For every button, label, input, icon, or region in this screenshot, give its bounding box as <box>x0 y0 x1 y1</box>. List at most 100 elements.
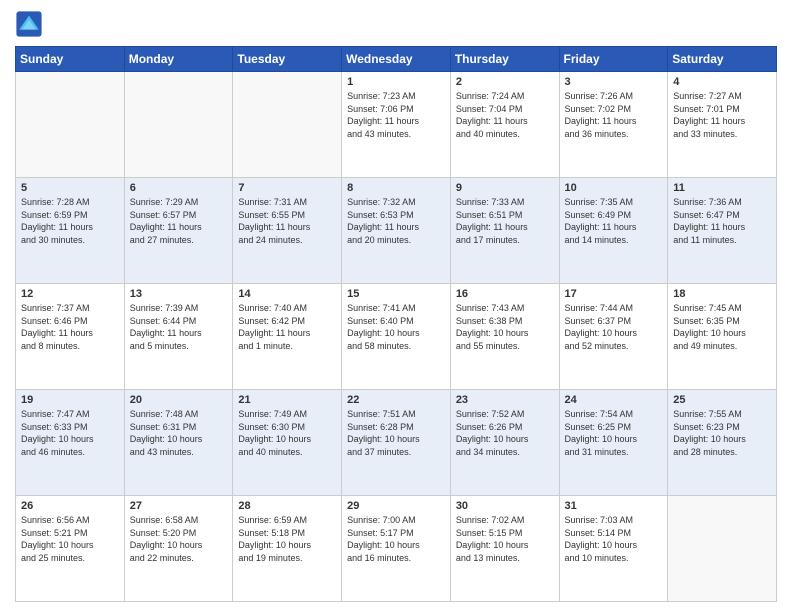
day-info: Sunrise: 7:40 AM Sunset: 6:42 PM Dayligh… <box>238 302 336 352</box>
day-info: Sunrise: 7:52 AM Sunset: 6:26 PM Dayligh… <box>456 408 554 458</box>
day-number: 17 <box>565 288 663 300</box>
calendar-cell: 3 Sunrise: 7:26 AM Sunset: 7:02 PM Daylig… <box>559 72 668 178</box>
day-number: 5 <box>21 182 119 194</box>
day-number: 14 <box>238 288 336 300</box>
calendar-week-row: 1Sunrise: 7:23 AM Sunset: 7:06 PM Daylig… <box>16 72 777 178</box>
day-info: Sunrise: 7:49 AM Sunset: 6:30 PM Dayligh… <box>238 408 336 458</box>
day-number: 11 <box>673 182 771 194</box>
day-number: 23 <box>456 394 554 406</box>
day-info: Sunrise: 7:39 AM Sunset: 6:44 PM Dayligh… <box>130 302 228 352</box>
calendar-cell <box>16 72 125 178</box>
calendar-cell: 12Sunrise: 7:37 AM Sunset: 6:46 PM Dayli… <box>16 284 125 390</box>
day-number: 3 <box>565 76 663 88</box>
day-number: 29 <box>347 500 445 512</box>
day-number: 9 <box>456 182 554 194</box>
day-number: 8 <box>347 182 445 194</box>
day-info: Sunrise: 7:24 AM Sunset: 7:04 PM Dayligh… <box>456 90 554 140</box>
day-info: Sunrise: 7:47 AM Sunset: 6:33 PM Dayligh… <box>21 408 119 458</box>
day-number: 6 <box>130 182 228 194</box>
calendar-cell: 26 Sunrise: 6:56 AM Sunset: 5:21 PM Dayli… <box>16 496 125 602</box>
header <box>15 10 777 38</box>
calendar-header: SundayMondayTuesdayWednesdayThursdayFrid… <box>16 47 777 72</box>
logo <box>15 10 47 38</box>
calendar-cell: 7 Sunrise: 7:31 AM Sunset: 6:55 PM Daylig… <box>233 178 342 284</box>
weekday-header-friday: Friday <box>559 47 668 72</box>
day-info: Sunrise: 7:02 AM Sunset: 5:15 PM Dayligh… <box>456 514 554 564</box>
calendar-cell: 14 Sunrise: 7:40 AM Sunset: 6:42 PM Dayli… <box>233 284 342 390</box>
day-info: Sunrise: 7:54 AM Sunset: 6:25 PM Dayligh… <box>565 408 663 458</box>
calendar-cell: 25 Sunrise: 7:55 AM Sunset: 6:23 PM Dayli… <box>668 390 777 496</box>
day-info: Sunrise: 7:48 AM Sunset: 6:31 PM Dayligh… <box>130 408 228 458</box>
calendar-cell: 27Sunrise: 6:58 AM Sunset: 5:20 PM Dayli… <box>124 496 233 602</box>
calendar-cell: 24 Sunrise: 7:54 AM Sunset: 6:25 PM Dayli… <box>559 390 668 496</box>
day-number: 28 <box>238 500 336 512</box>
day-info: Sunrise: 7:27 AM Sunset: 7:01 PM Dayligh… <box>673 90 771 140</box>
calendar-body: 1Sunrise: 7:23 AM Sunset: 7:06 PM Daylig… <box>16 72 777 602</box>
day-info: Sunrise: 6:56 AM Sunset: 5:21 PM Dayligh… <box>21 514 119 564</box>
day-info: Sunrise: 7:31 AM Sunset: 6:55 PM Dayligh… <box>238 196 336 246</box>
calendar-cell: 31Sunrise: 7:03 AM Sunset: 5:14 PM Dayli… <box>559 496 668 602</box>
day-info: Sunrise: 7:33 AM Sunset: 6:51 PM Dayligh… <box>456 196 554 246</box>
calendar-cell: 8 Sunrise: 7:32 AM Sunset: 6:53 PM Daylig… <box>342 178 451 284</box>
weekday-header-monday: Monday <box>124 47 233 72</box>
calendar-cell <box>233 72 342 178</box>
calendar-cell: 15 Sunrise: 7:41 AM Sunset: 6:40 PM Dayli… <box>342 284 451 390</box>
day-number: 10 <box>565 182 663 194</box>
day-number: 4 <box>673 76 771 88</box>
weekday-header-wednesday: Wednesday <box>342 47 451 72</box>
day-number: 22 <box>347 394 445 406</box>
logo-icon <box>15 10 43 38</box>
weekday-header-sunday: Sunday <box>16 47 125 72</box>
calendar-cell: 30 Sunrise: 7:02 AM Sunset: 5:15 PM Dayli… <box>450 496 559 602</box>
page: SundayMondayTuesdayWednesdayThursdayFrid… <box>0 0 792 612</box>
day-info: Sunrise: 7:28 AM Sunset: 6:59 PM Dayligh… <box>21 196 119 246</box>
calendar-table: SundayMondayTuesdayWednesdayThursdayFrid… <box>15 46 777 602</box>
calendar-cell: 6 Sunrise: 7:29 AM Sunset: 6:57 PM Daylig… <box>124 178 233 284</box>
calendar-cell <box>124 72 233 178</box>
calendar-cell: 1Sunrise: 7:23 AM Sunset: 7:06 PM Daylig… <box>342 72 451 178</box>
day-info: Sunrise: 7:32 AM Sunset: 6:53 PM Dayligh… <box>347 196 445 246</box>
day-info: Sunrise: 7:51 AM Sunset: 6:28 PM Dayligh… <box>347 408 445 458</box>
day-info: Sunrise: 7:45 AM Sunset: 6:35 PM Dayligh… <box>673 302 771 352</box>
calendar-cell: 10 Sunrise: 7:35 AM Sunset: 6:49 PM Dayli… <box>559 178 668 284</box>
calendar-week-row: 26 Sunrise: 6:56 AM Sunset: 5:21 PM Dayli… <box>16 496 777 602</box>
calendar-cell: 13Sunrise: 7:39 AM Sunset: 6:44 PM Dayli… <box>124 284 233 390</box>
day-number: 26 <box>21 500 119 512</box>
calendar-cell: 19 Sunrise: 7:47 AM Sunset: 6:33 PM Dayli… <box>16 390 125 496</box>
calendar-cell: 20 Sunrise: 7:48 AM Sunset: 6:31 PM Dayli… <box>124 390 233 496</box>
calendar-cell: 17Sunrise: 7:44 AM Sunset: 6:37 PM Dayli… <box>559 284 668 390</box>
day-info: Sunrise: 7:29 AM Sunset: 6:57 PM Dayligh… <box>130 196 228 246</box>
day-info: Sunrise: 7:03 AM Sunset: 5:14 PM Dayligh… <box>565 514 663 564</box>
day-info: Sunrise: 7:36 AM Sunset: 6:47 PM Dayligh… <box>673 196 771 246</box>
day-info: Sunrise: 7:55 AM Sunset: 6:23 PM Dayligh… <box>673 408 771 458</box>
day-number: 15 <box>347 288 445 300</box>
calendar-cell: 5 Sunrise: 7:28 AM Sunset: 6:59 PM Daylig… <box>16 178 125 284</box>
day-number: 7 <box>238 182 336 194</box>
calendar-cell: 21Sunrise: 7:49 AM Sunset: 6:30 PM Dayli… <box>233 390 342 496</box>
calendar-cell: 11 Sunrise: 7:36 AM Sunset: 6:47 PM Dayli… <box>668 178 777 284</box>
calendar-cell: 18 Sunrise: 7:45 AM Sunset: 6:35 PM Dayli… <box>668 284 777 390</box>
day-number: 1 <box>347 76 445 88</box>
day-info: Sunrise: 7:41 AM Sunset: 6:40 PM Dayligh… <box>347 302 445 352</box>
day-info: Sunrise: 7:35 AM Sunset: 6:49 PM Dayligh… <box>565 196 663 246</box>
weekday-header-tuesday: Tuesday <box>233 47 342 72</box>
day-number: 30 <box>456 500 554 512</box>
calendar-week-row: 19 Sunrise: 7:47 AM Sunset: 6:33 PM Dayli… <box>16 390 777 496</box>
day-number: 16 <box>456 288 554 300</box>
day-info: Sunrise: 7:26 AM Sunset: 7:02 PM Dayligh… <box>565 90 663 140</box>
calendar-cell: 2 Sunrise: 7:24 AM Sunset: 7:04 PM Daylig… <box>450 72 559 178</box>
day-number: 2 <box>456 76 554 88</box>
day-number: 19 <box>21 394 119 406</box>
day-number: 24 <box>565 394 663 406</box>
day-number: 25 <box>673 394 771 406</box>
calendar-cell: 22 Sunrise: 7:51 AM Sunset: 6:28 PM Dayli… <box>342 390 451 496</box>
calendar-cell: 9 Sunrise: 7:33 AM Sunset: 6:51 PM Daylig… <box>450 178 559 284</box>
calendar-cell: 29 Sunrise: 7:00 AM Sunset: 5:17 PM Dayli… <box>342 496 451 602</box>
day-number: 20 <box>130 394 228 406</box>
day-info: Sunrise: 7:43 AM Sunset: 6:38 PM Dayligh… <box>456 302 554 352</box>
calendar-week-row: 5 Sunrise: 7:28 AM Sunset: 6:59 PM Daylig… <box>16 178 777 284</box>
day-number: 12 <box>21 288 119 300</box>
day-number: 18 <box>673 288 771 300</box>
day-info: Sunrise: 7:00 AM Sunset: 5:17 PM Dayligh… <box>347 514 445 564</box>
calendar-cell: 4 Sunrise: 7:27 AM Sunset: 7:01 PM Daylig… <box>668 72 777 178</box>
